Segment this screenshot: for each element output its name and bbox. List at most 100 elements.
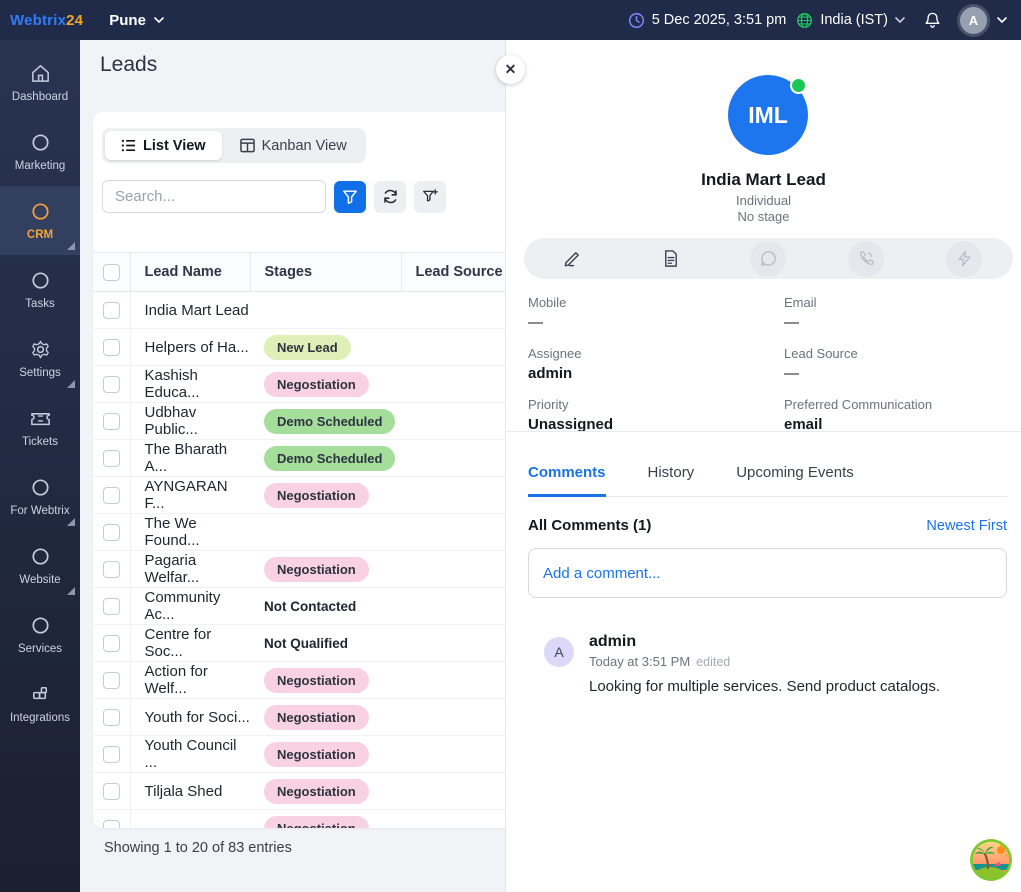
- table-row[interactable]: Action for Welf...Negostiation: [93, 662, 505, 699]
- sort-newest-first-link[interactable]: Newest First: [926, 518, 1007, 534]
- column-header-lead-name[interactable]: Lead Name: [130, 253, 250, 292]
- sidebar-item-integrations[interactable]: Integrations: [0, 669, 80, 738]
- tab-kanban-view[interactable]: Kanban View: [224, 131, 363, 160]
- lead-name-cell[interactable]: Centre for Soc...: [130, 625, 250, 662]
- notifications-button[interactable]: [923, 11, 942, 30]
- table-row[interactable]: India Mart Lead: [93, 292, 505, 329]
- lead-name-cell[interactable]: Community Ac...: [130, 588, 250, 625]
- lead-name-cell[interactable]: AYNGARAN F...: [130, 477, 250, 514]
- user-avatar[interactable]: A: [960, 7, 987, 34]
- close-panel-button[interactable]: ✕: [496, 55, 525, 84]
- sidebar-item-crm[interactable]: CRM: [0, 186, 80, 255]
- sidebar-item-tickets[interactable]: Tickets: [0, 393, 80, 462]
- row-checkbox[interactable]: [103, 635, 120, 652]
- lead-name-cell[interactable]: Helpers of Ha...: [130, 329, 250, 366]
- lead-source-cell: [401, 736, 505, 773]
- island-widget-button[interactable]: [969, 838, 1013, 882]
- field-label: Assignee: [528, 346, 784, 361]
- table-row[interactable]: The We Found...: [93, 514, 505, 551]
- chat-button: [750, 241, 786, 277]
- sidebar-item-tasks[interactable]: Tasks: [0, 255, 80, 324]
- lead-name-cell[interactable]: Kashish Educa...: [130, 366, 250, 403]
- row-checkbox[interactable]: [103, 339, 120, 356]
- lead-name-cell[interactable]: Pagaria Welfar...: [130, 551, 250, 588]
- stage-cell: [250, 292, 401, 329]
- tab-history[interactable]: History: [648, 464, 695, 496]
- filter-add-icon: [422, 188, 439, 205]
- timezone-selector[interactable]: India (IST): [796, 12, 905, 29]
- app-logo[interactable]: Webtrix24: [10, 12, 83, 29]
- table-row[interactable]: AYNGARAN F...Negostiation: [93, 477, 505, 514]
- lead-name-cell[interactable]: Youth Council ...: [130, 736, 250, 773]
- comment-avatar-initial: A: [554, 644, 563, 660]
- comment-text: Looking for multiple services. Send prod…: [589, 678, 940, 695]
- circle-icon: [29, 269, 52, 292]
- add-comment-input[interactable]: Add a comment...: [528, 548, 1007, 598]
- row-checkbox[interactable]: [103, 302, 120, 319]
- lead-name-cell[interactable]: India Mart Lead: [130, 292, 250, 329]
- lead-name-cell[interactable]: Tiljala Shed: [130, 773, 250, 810]
- row-checkbox[interactable]: [103, 672, 120, 689]
- field-label: Mobile: [528, 295, 784, 310]
- table-row[interactable]: Centre for Soc...Not Qualified: [93, 625, 505, 662]
- lead-name-cell[interactable]: Udbhav Public...: [130, 403, 250, 440]
- table-row[interactable]: Tiljala ShedNegostiation: [93, 773, 505, 810]
- table-row[interactable]: Community Ac...Not Contacted: [93, 588, 505, 625]
- refresh-button[interactable]: [374, 181, 406, 213]
- comment-avatar: A: [544, 637, 574, 667]
- search-input[interactable]: [102, 180, 326, 213]
- stage-cell: Negostiation: [250, 773, 401, 810]
- column-header-stages[interactable]: Stages: [250, 253, 401, 292]
- tab-upcoming-events[interactable]: Upcoming Events: [736, 464, 854, 496]
- tab-list-view[interactable]: List View: [105, 131, 222, 160]
- table-row[interactable]: Pagaria Welfar...Negostiation: [93, 551, 505, 588]
- edit-button[interactable]: [555, 241, 591, 277]
- lead-name-cell[interactable]: The We Found...: [130, 514, 250, 551]
- row-checkbox[interactable]: [103, 598, 120, 615]
- notes-button[interactable]: [653, 241, 689, 277]
- row-checkbox[interactable]: [103, 376, 120, 393]
- row-checkbox[interactable]: [103, 450, 120, 467]
- field-label: Email: [784, 295, 1007, 310]
- column-header-lead-source[interactable]: Lead Source: [401, 253, 505, 292]
- lead-name-cell[interactable]: [130, 810, 250, 829]
- add-filter-button[interactable]: [414, 181, 446, 213]
- table-row[interactable]: Udbhav Public...Demo Scheduled: [93, 403, 505, 440]
- sidebar-item-marketing[interactable]: Marketing: [0, 117, 80, 186]
- row-checkbox[interactable]: [103, 487, 120, 504]
- lead-name-cell[interactable]: Action for Welf...: [130, 662, 250, 699]
- chevron-down-icon[interactable]: [997, 15, 1007, 25]
- row-checkbox[interactable]: [103, 413, 120, 430]
- row-checkbox[interactable]: [103, 561, 120, 578]
- island-icon: [969, 838, 1013, 882]
- timezone-text: India (IST): [820, 12, 888, 28]
- table-row[interactable]: Kashish Educa...Negostiation: [93, 366, 505, 403]
- stage-badge: Negostiation: [264, 742, 369, 767]
- stage-cell: Negostiation: [250, 699, 401, 736]
- select-all-checkbox[interactable]: [103, 264, 120, 281]
- lead-source-cell: [401, 625, 505, 662]
- tab-comments[interactable]: Comments: [528, 464, 606, 497]
- lead-name-cell[interactable]: The Bharath A...: [130, 440, 250, 477]
- table-row[interactable]: Helpers of Ha...New Lead: [93, 329, 505, 366]
- filter-button[interactable]: [334, 181, 366, 213]
- sidebar-item-services[interactable]: Services: [0, 600, 80, 669]
- stage-cell: Not Contacted: [250, 588, 401, 625]
- row-checkbox[interactable]: [103, 746, 120, 763]
- sidebar-item-settings[interactable]: Settings: [0, 324, 80, 393]
- table-row[interactable]: Youth for Soci...Negostiation: [93, 699, 505, 736]
- lead-name-cell[interactable]: Youth for Soci...: [130, 699, 250, 736]
- sidebar-item-website[interactable]: Website: [0, 531, 80, 600]
- row-checkbox[interactable]: [103, 709, 120, 726]
- lead-name: India Mart Lead: [506, 170, 1021, 190]
- row-checkbox[interactable]: [103, 524, 120, 541]
- field-value: —: [528, 314, 784, 331]
- table-row[interactable]: Negostiation: [93, 810, 505, 829]
- table-row[interactable]: The Bharath A...Demo Scheduled: [93, 440, 505, 477]
- sidebar-item-for-webtrix[interactable]: For Webtrix: [0, 462, 80, 531]
- table-row[interactable]: Youth Council ... Negostiation: [93, 736, 505, 773]
- row-checkbox[interactable]: [103, 820, 120, 828]
- sidebar-item-dashboard[interactable]: Dashboard: [0, 48, 80, 117]
- row-checkbox[interactable]: [103, 783, 120, 800]
- site-selector[interactable]: Pune: [109, 12, 164, 29]
